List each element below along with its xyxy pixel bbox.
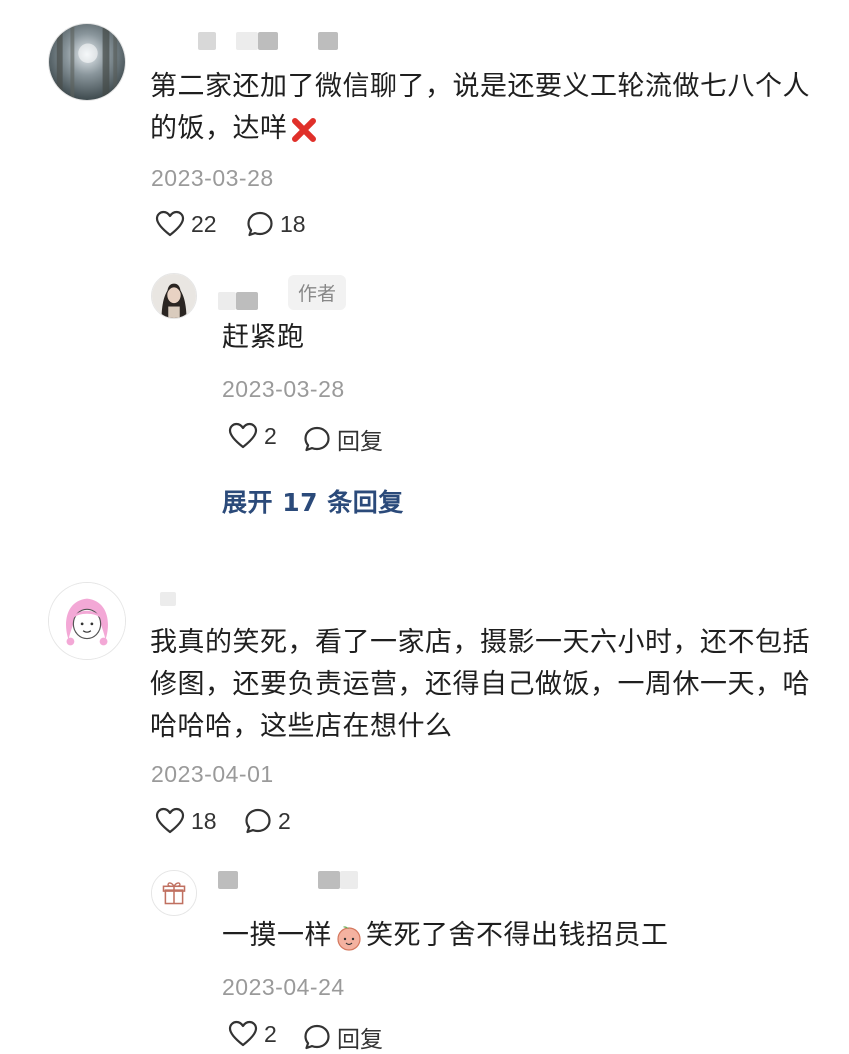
username-redacted [160,592,176,606]
comment-bubble-icon [247,211,273,237]
reply-like-count: 2 [264,422,277,449]
reply-button[interactable]: 回复 [303,422,383,456]
heart-icon [155,210,185,237]
gift-icon [152,871,196,915]
username-redacted [198,32,216,50]
commenter-avatar[interactable] [48,23,126,101]
replier-avatar[interactable] [151,870,197,916]
username-redacted [258,32,278,50]
reply-count-button[interactable]: 18 [246,210,306,238]
reply-count-button[interactable]: 2 [244,807,291,835]
username-redacted [218,871,238,889]
username-redacted [340,871,358,889]
reply-date: 2023-04-24 [222,974,345,1000]
comment-bubble-icon [304,426,330,452]
reply-like-button[interactable]: 2 [228,422,277,450]
forest-photo-icon [49,24,125,100]
reply-label: 回复 [337,1026,383,1052]
username-redacted [236,292,258,310]
reply-count: 18 [280,210,306,237]
person-photo-icon [152,274,196,318]
reply-count: 2 [278,807,291,834]
comment-text: 我真的笑死，看了一家店，摄影一天六小时，还不包括修图，还要负责运营，还得自己做饭… [150,627,810,742]
comment-date: 2023-03-28 [151,165,274,191]
reply-body-end: 笑死了舍不得出钱招员工 [366,920,669,951]
username-redacted [236,32,258,50]
cross-mark-icon [291,117,316,142]
like-count: 18 [191,807,217,834]
username-redacted [318,32,338,50]
reply-like-count: 2 [264,1020,277,1047]
heart-icon [228,1020,258,1047]
username-redacted [318,871,340,889]
heart-icon [155,807,185,834]
comment-date: 2023-04-01 [151,761,274,787]
expand-replies-link[interactable]: 展开 17 条回复 [222,483,404,519]
reply-like-button[interactable]: 2 [228,1020,277,1048]
comment-body: 第二家还加了微信聊了，说是还要义工轮流做七八个人的饭，达咩 [150,71,810,144]
author-avatar[interactable] [151,273,197,319]
commenter-avatar[interactable] [48,582,126,660]
author-badge: 作者 [288,275,347,310]
comment-bubble-icon [245,808,271,834]
comment-bubble-icon [304,1024,330,1050]
reply-button[interactable]: 回复 [303,1020,383,1054]
like-button[interactable]: 22 [155,210,217,238]
heart-icon [228,422,258,449]
comment-text: 第二家还加了微信聊了，说是还要义工轮流做七八个人的饭，达咩 [150,66,830,150]
username-redacted [218,292,236,310]
reply-body-start: 一摸一样 [222,920,332,951]
peach-emoji-icon [337,925,361,951]
like-button[interactable]: 18 [155,807,217,835]
cartoon-girl-icon [49,583,125,659]
reply-date: 2023-03-28 [222,376,345,402]
like-count: 22 [191,210,217,237]
reply-text: 一摸一样 笑死了舍不得出钱招员工 [222,915,822,957]
reply-text: 赶紧跑 [222,322,305,353]
reply-label: 回复 [337,428,383,454]
